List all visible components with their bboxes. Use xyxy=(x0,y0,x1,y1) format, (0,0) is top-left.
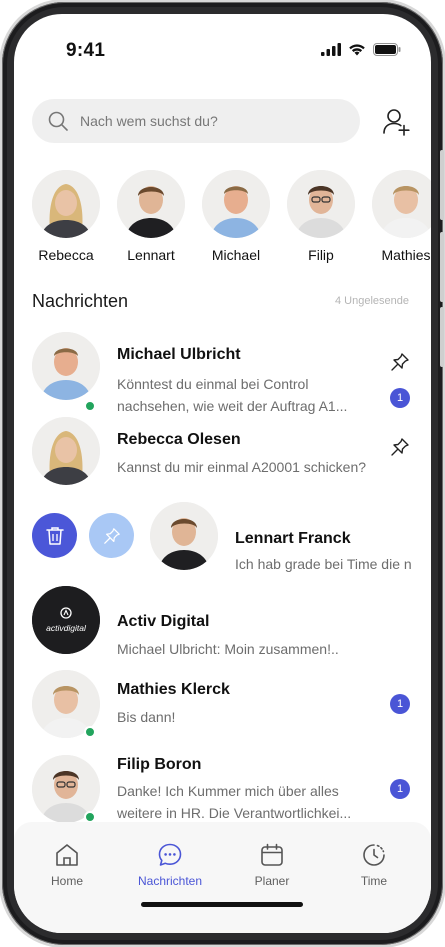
power-button xyxy=(440,307,444,367)
pin-icon[interactable] xyxy=(390,437,410,457)
chat-name: Activ Digital xyxy=(117,613,210,630)
activ-digital-logo xyxy=(32,586,100,654)
avatar xyxy=(372,170,431,238)
story-filip[interactable]: Filip xyxy=(287,170,355,280)
person-photo-icon xyxy=(32,417,100,485)
chat-message: Danke! Ich Kummer mich über alles weiter… xyxy=(117,783,352,821)
person-photo-icon xyxy=(32,170,100,238)
story-name: Filip xyxy=(308,247,334,263)
story-michael[interactable]: Michael xyxy=(202,170,270,280)
avatar xyxy=(117,170,185,238)
search-bar[interactable] xyxy=(32,99,360,143)
status-icons xyxy=(321,43,401,56)
chat-name: Michael Ulbricht xyxy=(117,346,241,363)
avatar xyxy=(202,170,270,238)
avatar xyxy=(150,502,218,570)
tab-label: Time xyxy=(360,874,388,888)
tab-label: Nachrichten xyxy=(137,874,203,888)
home-icon xyxy=(56,844,78,866)
unread-badge: 1 xyxy=(390,694,410,714)
tab-time[interactable]: Time xyxy=(329,842,419,888)
search-input[interactable] xyxy=(80,113,330,129)
story-list: Rebecca Lennart Michael Filip Mathies xyxy=(32,170,431,280)
person-photo-icon xyxy=(32,332,100,400)
chat-message: Könntest du einmal bei Control nachsehen… xyxy=(117,376,348,414)
person-photo-icon xyxy=(202,170,270,238)
battery-icon xyxy=(373,43,401,56)
screen: 9:41 Nach wem suchst du? Rebecca Lennart… xyxy=(14,14,431,933)
chat-name: Mathies Klerck xyxy=(117,681,230,698)
chat-message: Ich hab grade bei Time die n xyxy=(235,556,412,572)
chat-message: Bis dann! xyxy=(117,709,176,725)
story-rebecca[interactable]: Rebecca xyxy=(32,170,100,280)
trash-icon xyxy=(45,526,64,545)
pin-button[interactable] xyxy=(89,513,134,558)
person-photo-icon xyxy=(150,502,218,570)
delete-button[interactable] xyxy=(32,513,77,558)
chat-name: Filip Boron xyxy=(117,756,202,773)
wifi-icon xyxy=(349,44,365,56)
chat-item[interactable]: Michael Ulbricht Könntest du einmal bei … xyxy=(14,332,431,414)
avatar xyxy=(287,170,355,238)
logo-text: activdigital xyxy=(46,623,86,633)
tab-label: Home xyxy=(50,874,83,888)
home-indicator xyxy=(141,902,303,907)
story-name: Lennart xyxy=(127,247,175,263)
avatar xyxy=(32,417,100,485)
avatar xyxy=(32,332,100,400)
chat-item[interactable]: Rebecca Olesen Kannst du mir einmal A200… xyxy=(14,417,431,487)
chat-item-swiped[interactable]: Lennart Franck Ich hab grade bei Time di… xyxy=(14,502,431,572)
person-photo-icon xyxy=(117,170,185,238)
unread-badge: 1 xyxy=(390,779,410,799)
chat-message: Michael Ulbricht: Moin zusammen!.. xyxy=(117,641,339,657)
story-lennart[interactable]: Lennart xyxy=(117,170,185,280)
chat-item[interactable]: activdigital Activ Digital Michael Ulbri… xyxy=(14,586,431,657)
unread-badge: 1 xyxy=(390,388,410,408)
clock-icon xyxy=(363,844,385,866)
story-mathies[interactable]: Mathies xyxy=(372,170,431,280)
section-title: Nachrichten xyxy=(32,291,129,311)
tab-nachrichten[interactable]: Nachrichten xyxy=(125,842,215,888)
chat-item[interactable]: Filip Boron Danke! Ich Kummer mich über … xyxy=(14,755,431,825)
pin-icon xyxy=(103,527,120,544)
chat-item[interactable]: Mathies Klerck Bis dann! 1 xyxy=(14,670,431,740)
chat-message: Kannst du mir einmal A20001 schicken? xyxy=(117,459,367,475)
volume-button xyxy=(440,232,444,302)
story-name: Rebecca xyxy=(38,247,94,263)
tab-label: Planer xyxy=(254,874,290,888)
person-photo-icon xyxy=(372,170,431,238)
story-name: Mathies xyxy=(381,247,431,263)
online-indicator xyxy=(84,400,96,412)
volume-button xyxy=(440,150,444,220)
chat-name: Lennart Franck xyxy=(235,530,351,547)
pin-icon[interactable] xyxy=(390,352,410,372)
calendar-icon xyxy=(261,843,283,866)
person-photo-icon xyxy=(287,170,355,238)
chat-icon xyxy=(158,843,182,866)
story-name: Michael xyxy=(211,247,261,263)
tab-planer[interactable]: Planer xyxy=(227,842,317,888)
avatar xyxy=(32,170,100,238)
avatar: activdigital xyxy=(32,586,100,654)
online-indicator xyxy=(84,726,96,738)
unread-count: 4 Ungelesende xyxy=(334,295,409,307)
tab-bar: Home Nachrichten Planer Time xyxy=(14,822,431,933)
signal-icon xyxy=(321,43,341,56)
add-user-icon[interactable] xyxy=(382,107,412,137)
tab-home[interactable]: Home xyxy=(22,842,112,888)
chat-name: Rebecca Olesen xyxy=(117,431,241,448)
status-time: 9:41 xyxy=(66,40,106,61)
search-icon xyxy=(48,111,68,131)
